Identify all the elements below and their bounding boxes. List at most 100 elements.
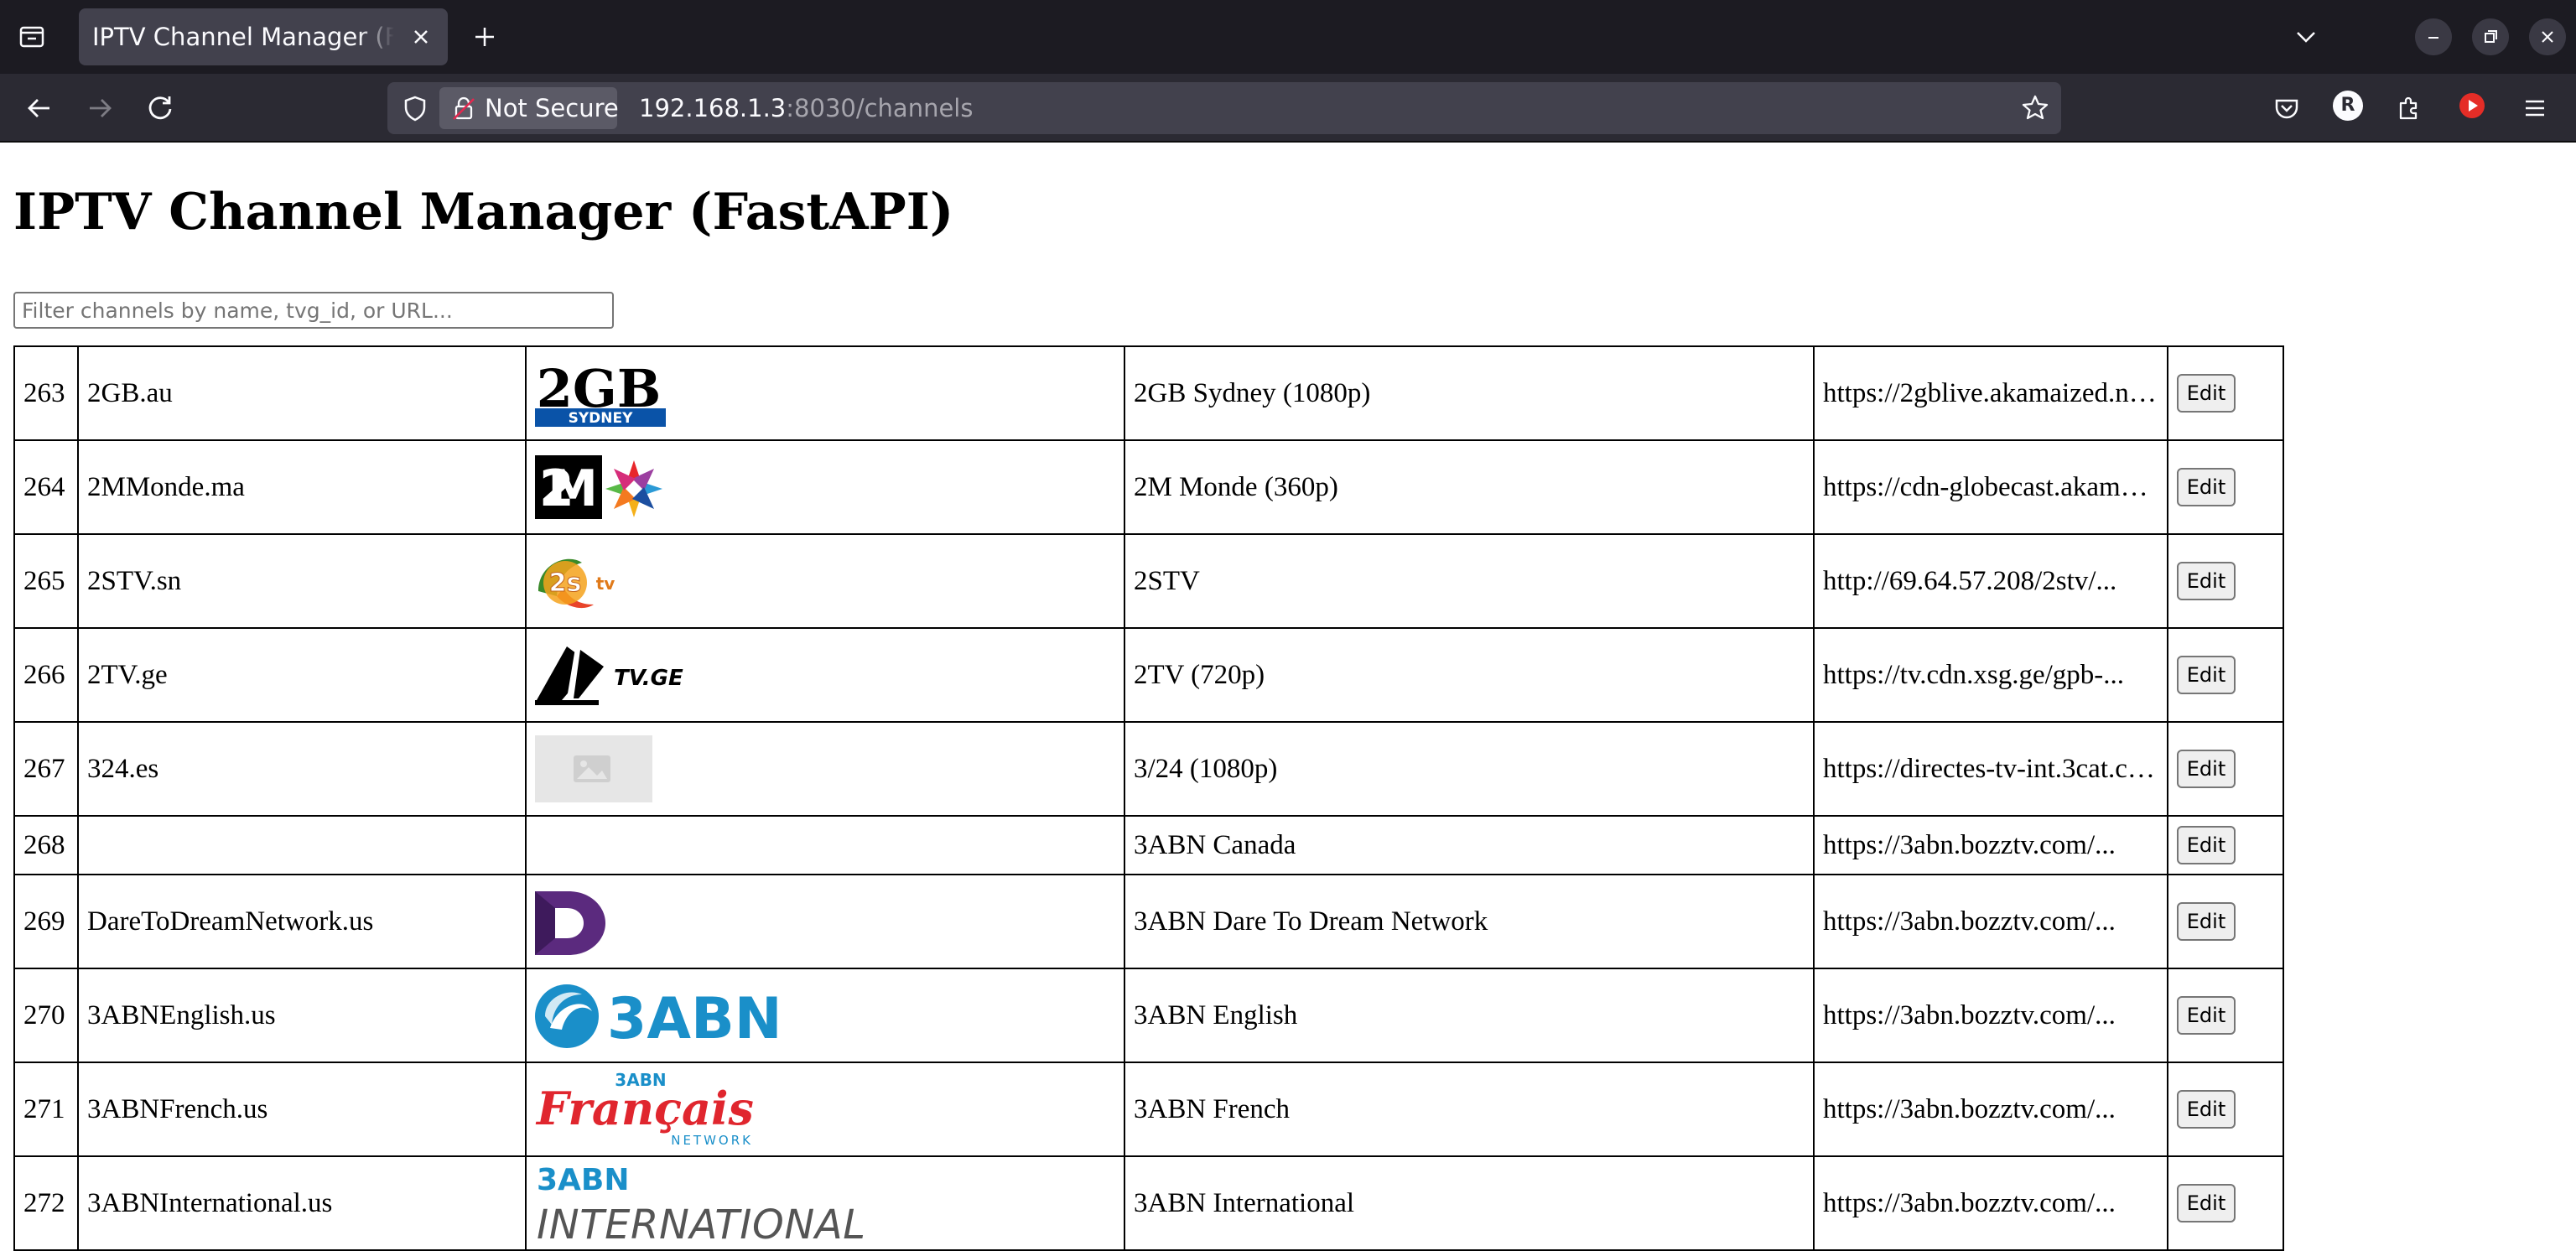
channel-tvg-id — [77, 815, 527, 875]
channel-actions: Edit — [2167, 627, 2284, 723]
channel-name: 3ABN Dare To Dream Network — [1124, 874, 1815, 969]
3abn-international-logo: 3ABN INTERNATIONAL — [537, 1163, 865, 1247]
list-all-tabs-chevron-icon[interactable] — [2288, 18, 2324, 55]
channel-tvg-id: 2STV.sn — [77, 533, 527, 629]
bookmark-star-icon[interactable] — [2019, 92, 2051, 124]
channel-id: 263 — [13, 345, 79, 441]
insecure-lock-icon — [453, 96, 475, 120]
browser-tab-active[interactable]: IPTV Channel Manager (FastAPI) — [79, 8, 448, 65]
channel-name: 3ABN International — [1124, 1155, 1815, 1251]
browser-tab-bar: IPTV Channel Manager (FastAPI) — [0, 0, 2576, 74]
svg-text:Français: Français — [535, 1082, 754, 1135]
channel-tvg-id: 2GB.au — [77, 345, 527, 441]
channel-id: 270 — [13, 968, 79, 1063]
channel-url: https://tv.cdn.xsg.ge/gpb-... — [1813, 627, 2168, 723]
extensions-puzzle-icon[interactable] — [2392, 91, 2427, 126]
channel-actions: Edit — [2167, 815, 2284, 875]
channel-logo — [525, 815, 1125, 875]
svg-text:tv: tv — [596, 574, 615, 594]
channel-name: 2GB Sydney (1080p) — [1124, 345, 1815, 441]
channel-tvg-id: 3ABNFrench.us — [77, 1062, 527, 1157]
channel-row: 270 3ABNEnglish.us 3ABN 3ABN English https:… — [13, 968, 2284, 1063]
channel-name: 3/24 (1080p) — [1124, 721, 1815, 817]
svg-text:TV.GE: TV.GE — [614, 666, 683, 691]
channel-logo: 2M — [525, 439, 1125, 535]
channel-row: 266 2TV.ge TV.GE 2TV (720p) https://tv.cdn.… — [13, 627, 2284, 723]
svg-text:3ABN: 3ABN — [537, 1163, 629, 1197]
channel-actions: Edit — [2167, 1062, 2284, 1157]
channel-name: 2M Monde (360p) — [1124, 439, 1815, 535]
close-window-icon[interactable] — [2529, 18, 2566, 55]
channel-logo: 2GB SYDNEY — [525, 345, 1125, 441]
tab-list-icon[interactable] — [15, 20, 49, 54]
reload-icon[interactable] — [143, 91, 178, 126]
channel-id: 264 — [13, 439, 79, 535]
filter-channels-input[interactable] — [13, 292, 614, 329]
url-host: 192.168.1.3 — [639, 94, 787, 122]
channel-row: 265 2STV.sn 2s tv 2STV http://69.64.57.208/… — [13, 533, 2284, 629]
new-tab-icon[interactable] — [468, 20, 501, 54]
svg-text:INTERNATIONAL: INTERNATIONAL — [537, 1202, 865, 1247]
channel-name: 3ABN French — [1124, 1062, 1815, 1157]
2m-logo: 2M — [535, 455, 662, 519]
placeholder-image — [535, 735, 652, 802]
edit-button[interactable]: Edit — [2177, 468, 2236, 506]
svg-text:3ABN: 3ABN — [607, 986, 782, 1052]
hamburger-menu-icon[interactable] — [2517, 91, 2553, 126]
channel-logo: 2s tv — [525, 533, 1125, 629]
close-tab-icon[interactable] — [404, 20, 438, 54]
channel-url: https://cdn-globecast.akamaized.net/... — [1813, 439, 2168, 535]
video-extension-icon[interactable] — [2455, 89, 2489, 122]
page-content: IPTV Channel Manager (FastAPI) 2632GB.au… — [0, 144, 2576, 1251]
channel-logo: 3ABN INTERNATIONAL — [525, 1155, 1125, 1251]
pocket-icon[interactable] — [2269, 91, 2304, 126]
channel-id: 272 — [13, 1155, 79, 1251]
edit-button[interactable]: Edit — [2177, 1090, 2236, 1129]
back-arrow-icon[interactable] — [22, 91, 57, 126]
tracking-protection-shield-icon[interactable] — [399, 92, 431, 124]
svg-text:SYDNEY: SYDNEY — [569, 410, 634, 427]
account-avatar[interactable]: R — [2333, 91, 2363, 121]
channel-logo: 3ABN Français NETWORK — [525, 1062, 1125, 1157]
edit-button[interactable]: Edit — [2177, 1184, 2236, 1222]
2tv-logo: TV.GE — [535, 646, 683, 705]
url-text[interactable]: 192.168.1.3:8030/channels — [639, 82, 973, 134]
edit-button[interactable]: Edit — [2177, 562, 2236, 600]
restore-window-icon[interactable] — [2472, 18, 2509, 55]
channel-tvg-id: 324.es — [77, 721, 527, 817]
d-logo — [535, 891, 605, 955]
channel-name: 2STV — [1124, 533, 1815, 629]
not-secure-indicator[interactable]: Not Secure — [439, 87, 619, 129]
edit-button[interactable]: Edit — [2177, 902, 2236, 941]
channel-name: 2TV (720p) — [1124, 627, 1815, 723]
minimize-window-icon[interactable] — [2415, 18, 2452, 55]
channel-id: 266 — [13, 627, 79, 723]
channel-logo: TV.GE — [525, 627, 1125, 723]
edit-button[interactable]: Edit — [2177, 656, 2236, 694]
channel-row: 268 3ABN Canada https://3abn.bozztv.com/..… — [13, 815, 2284, 875]
channel-actions: Edit — [2167, 345, 2284, 441]
svg-text:2M: 2M — [539, 459, 598, 518]
channel-row: 264 2MMonde.ma 2M 2M Monde (360p) https://… — [13, 439, 2284, 535]
tab-title: IPTV Channel Manager (FastAPI) — [92, 23, 394, 51]
channel-logo — [525, 721, 1125, 817]
forward-arrow-icon[interactable] — [82, 91, 117, 126]
channel-tvg-id: 2TV.ge — [77, 627, 527, 723]
channels-table: 263 2GB.au 2GB SYDNEY 2GB Sydney (1080p) ht… — [13, 345, 2284, 1251]
address-bar[interactable]: Not Secure 192.168.1.3:8030/channels — [387, 82, 2061, 134]
channel-logo: 3ABN — [525, 968, 1125, 1063]
edit-button[interactable]: Edit — [2177, 996, 2236, 1035]
edit-button[interactable]: Edit — [2177, 750, 2236, 788]
edit-button[interactable]: Edit — [2177, 374, 2236, 413]
channel-actions: Edit — [2167, 874, 2284, 969]
channel-url: https://3abn.bozztv.com/... — [1813, 1062, 2168, 1157]
channel-actions: Edit — [2167, 1155, 2284, 1251]
channel-url: https://3abn.bozztv.com/... — [1813, 815, 2168, 875]
channel-row: 267 324.es 3/24 (1080p) https://directes-t… — [13, 721, 2284, 817]
edit-button[interactable]: Edit — [2177, 826, 2236, 864]
channel-url: https://3abn.bozztv.com/... — [1813, 1155, 2168, 1251]
2stv-logo: 2s tv — [538, 558, 615, 609]
channel-name: 3ABN English — [1124, 968, 1815, 1063]
channel-tvg-id: 3ABNEnglish.us — [77, 968, 527, 1063]
channel-row: 271 3ABNFrench.us 3ABN Français NETWORK 3A… — [13, 1062, 2284, 1157]
